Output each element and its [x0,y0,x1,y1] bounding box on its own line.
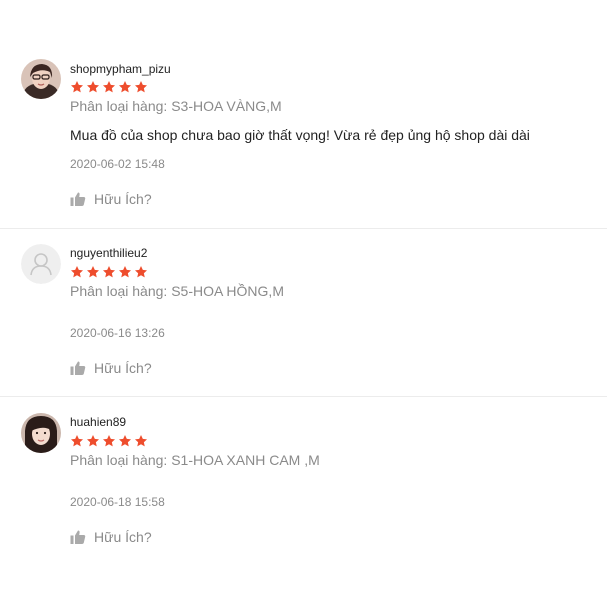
rating-stars [70,265,148,279]
user-photo-icon [21,59,61,99]
star-icon [134,81,148,93]
star-icon [102,435,116,447]
helpful-button[interactable]: Hữu Ích? [70,529,152,545]
review-username[interactable]: huahien89 [70,415,126,429]
star-icon [102,266,116,278]
helpful-label: Hữu Ích? [94,529,152,545]
product-variation: Phân loại hàng: S3-HOA VÀNG,M [70,98,282,114]
review-username[interactable]: shopmypham_pizu [70,62,171,76]
star-icon [134,266,148,278]
rating-stars [70,434,148,448]
helpful-button[interactable]: Hữu Ích? [70,360,152,376]
review-comment: Mua đồ của shop chưa bao giờ thất vọng! … [70,127,530,143]
star-icon [70,266,84,278]
star-icon [70,81,84,93]
star-icon [118,266,132,278]
user-photo-icon [21,413,61,453]
review-item: huahien89 Phân loại hàng: S1-HOA XANH CA… [0,397,607,607]
star-icon [70,435,84,447]
avatar[interactable] [21,413,61,453]
review-item: nguyenthilieu2 Phân loại hàng: S5-HOA HỒ… [0,228,607,397]
product-variation: Phân loại hàng: S1-HOA XANH CAM ,M [70,452,320,468]
product-variation: Phân loại hàng: S5-HOA HỒNG,M [70,283,284,299]
rating-stars [70,80,148,94]
star-icon [118,81,132,93]
review-username[interactable]: nguyenthilieu2 [70,246,147,260]
avatar[interactable] [21,244,61,284]
helpful-label: Hữu Ích? [94,360,152,376]
review-item: shopmypham_pizu Phân loại hàng: S3-HOA V… [0,0,607,229]
star-icon [102,81,116,93]
thumbs-up-icon [70,192,86,206]
star-icon [118,435,132,447]
review-timestamp: 2020-06-18 15:58 [70,495,165,509]
review-timestamp: 2020-06-16 13:26 [70,326,165,340]
thumbs-up-icon [70,530,86,544]
helpful-label: Hữu Ích? [94,191,152,207]
star-icon [86,435,100,447]
review-timestamp: 2020-06-02 15:48 [70,157,165,171]
star-icon [86,266,100,278]
thumbs-up-icon [70,361,86,375]
avatar[interactable] [21,59,61,99]
helpful-button[interactable]: Hữu Ích? [70,191,152,207]
star-icon [86,81,100,93]
default-user-icon [21,244,61,284]
star-icon [134,435,148,447]
